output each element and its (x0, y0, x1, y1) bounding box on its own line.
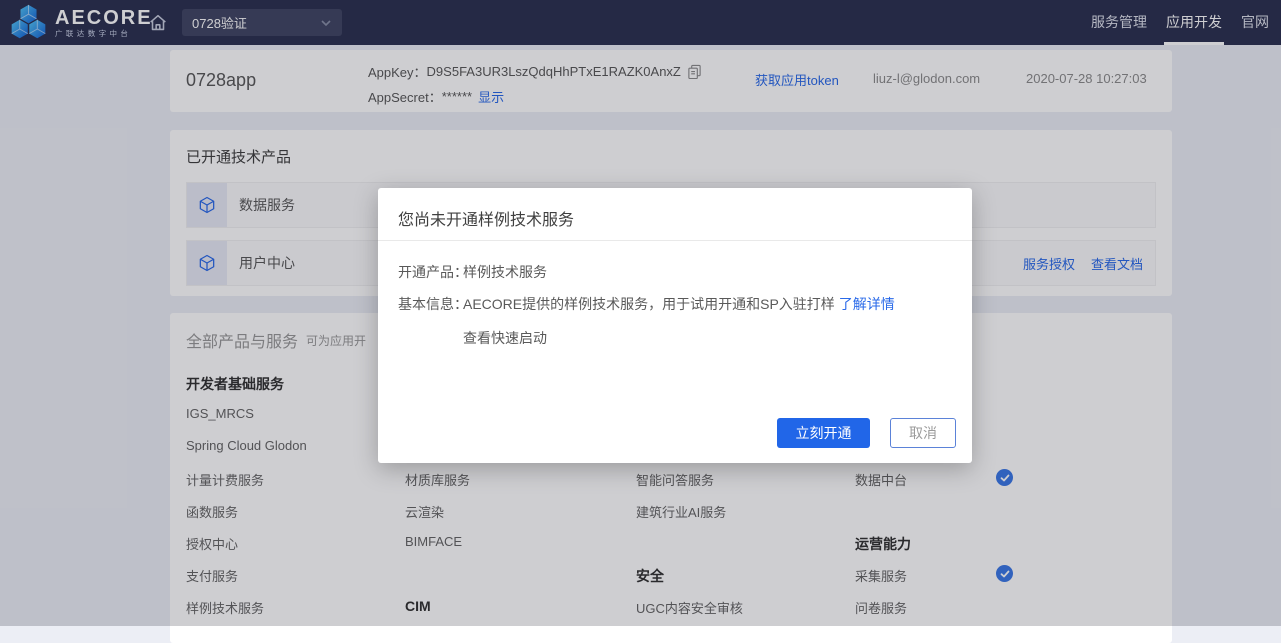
learn-more-link[interactable]: 了解详情 (839, 296, 895, 312)
open-service-modal: 您尚未开通样例技术服务 开通产品： 样例技术服务 基本信息： AECORE提供的… (378, 188, 972, 463)
info-value: AECORE提供的样例技术服务，用于试用开通和SP入驻打样 了解详情 (463, 294, 895, 314)
info-label: 基本信息： (398, 294, 468, 314)
product-label: 开通产品： (398, 262, 468, 282)
info-text: AECORE提供的样例技术服务，用于试用开通和SP入驻打样 (463, 296, 835, 312)
modal-divider (378, 240, 972, 241)
cancel-button[interactable]: 取消 (890, 418, 956, 448)
modal-title: 您尚未开通样例技术服务 (398, 206, 574, 230)
product-value: 样例技术服务 (463, 262, 547, 282)
quickstart-link[interactable]: 查看快速启动 (463, 328, 547, 348)
page: AECORE 广联达数字中台 0728验证 服务管理 应用开发 官网 0728a… (0, 0, 1281, 626)
open-now-button[interactable]: 立刻开通 (777, 418, 870, 448)
